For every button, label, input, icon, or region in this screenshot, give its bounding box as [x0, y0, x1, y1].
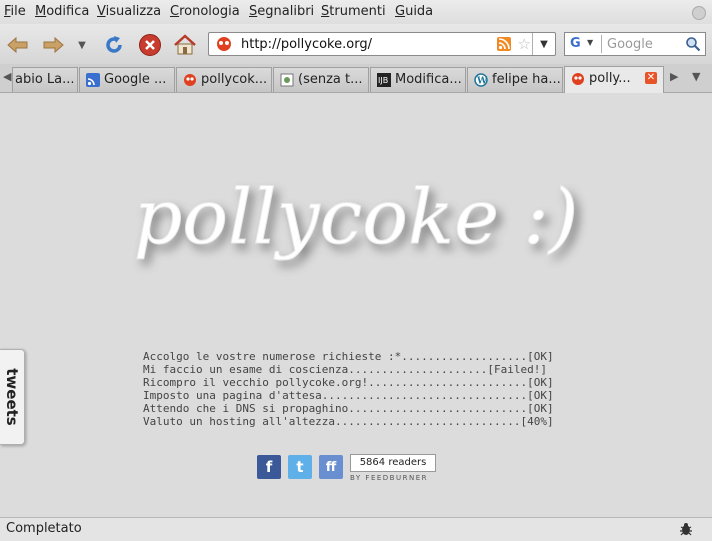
log-line: Mi faccio un esame di coscienza.........… — [143, 363, 547, 376]
reload-icon — [106, 36, 122, 53]
tab-senza-titolo[interactable]: (senza t... — [273, 67, 369, 92]
feedburner-label: BY FEEDBURNER — [350, 474, 428, 482]
menu-cronologia[interactable]: Cronologia — [170, 4, 240, 19]
tab-google-reader[interactable]: Google ... — [79, 67, 175, 92]
log-line: Ricompro il vecchio pollycoke.org!......… — [143, 376, 554, 389]
forward-button[interactable] — [40, 32, 66, 58]
chevron-down-icon: ▼ — [540, 38, 548, 50]
status-bar: Completato — [0, 517, 712, 541]
svg-text:W: W — [476, 77, 488, 87]
tab-scroll-left-icon[interactable]: ◀ — [3, 70, 11, 83]
rss-icon[interactable] — [497, 37, 511, 51]
tweets-tab[interactable]: tweets — [0, 349, 25, 445]
url-dropdown-button[interactable]: ▼ — [532, 33, 555, 55]
back-button[interactable] — [5, 32, 31, 58]
back-arrow-icon — [7, 36, 28, 54]
log-line: Valuto un hosting all'altezza...........… — [143, 415, 554, 428]
tab-label: Google ... — [104, 72, 167, 87]
tab-pollycoke-active[interactable]: polly... ✕ — [564, 66, 664, 93]
tab-list-dropdown-icon[interactable]: ▼ — [692, 70, 700, 83]
url-text[interactable]: http://pollycoke.org/ — [241, 37, 372, 52]
tab-scroll-right-icon[interactable]: ▶ — [670, 70, 678, 83]
search-icon[interactable] — [685, 36, 701, 52]
menu-guida[interactable]: Guida — [395, 4, 433, 19]
menu-visualizza[interactable]: Visualizza — [97, 4, 161, 19]
pollycoke-logo[interactable]: pollycoke :) pollycoke :) — [0, 165, 712, 285]
search-engine-selector[interactable]: G ▼ — [567, 35, 602, 53]
menu-modifica[interactable]: Modifica — [35, 4, 89, 19]
ijb-icon: IJB — [377, 73, 391, 87]
svg-text:IJB: IJB — [378, 76, 388, 85]
twitter-icon[interactable]: t — [288, 455, 312, 479]
chevron-down-icon: ▼ — [78, 39, 86, 51]
address-bar[interactable]: http://pollycoke.org/ ☆ ▼ — [208, 32, 556, 56]
log-line: Imposto una pagina d'attesa.............… — [143, 389, 554, 402]
friendfeed-icon[interactable]: ff — [319, 455, 343, 479]
tab-label: felipe ha... — [492, 72, 561, 87]
stop-button[interactable] — [137, 32, 163, 58]
log-line: Accolgo le vostre numerose richieste :*.… — [143, 350, 554, 363]
menu-segnalibri[interactable]: Segnalibri — [249, 4, 314, 19]
log-line: Attendo che i DNS si propaghino.........… — [143, 402, 554, 415]
tab-bar: ◀ abio La... Google ... pollycok... (sen… — [0, 64, 712, 93]
google-icon: G — [570, 36, 581, 51]
status-log: Accolgo le vostre numerose richieste :*.… — [143, 350, 554, 428]
bug-icon[interactable] — [678, 521, 694, 537]
throbber-icon — [692, 6, 706, 20]
feedburner-badge[interactable]: 5864 readers BY FEEDBURNER — [350, 454, 436, 482]
menu-strumenti[interactable]: Strumenti — [321, 4, 386, 19]
feed-count: 5864 readers — [350, 454, 436, 472]
search-input[interactable]: Google — [607, 37, 653, 52]
tab-label: abio La... — [15, 72, 75, 87]
generic-page-icon — [280, 73, 294, 87]
chevron-down-icon: ▼ — [587, 38, 594, 47]
tab-felipe[interactable]: W felipe ha... — [467, 67, 563, 92]
tab-label: polly... — [589, 71, 631, 86]
home-button[interactable] — [172, 32, 198, 58]
pollycoke-icon — [184, 74, 196, 86]
bookmark-star-icon[interactable]: ☆ — [518, 35, 531, 53]
tab-label: (senza t... — [298, 72, 363, 87]
menu-bar: File Modifica Visualizza Cronologia Segn… — [0, 0, 712, 24]
navigation-toolbar: ▼ http://pollycoke.org/ ☆ ▼ G ▼ Google — [0, 24, 712, 65]
status-text: Completato — [6, 521, 82, 536]
facebook-icon[interactable]: f — [257, 455, 281, 479]
menu-file[interactable]: File — [4, 4, 26, 19]
logo-text: pollycoke :) — [134, 172, 579, 261]
history-dropdown-button[interactable]: ▼ — [72, 32, 92, 58]
reload-button[interactable] — [101, 32, 127, 58]
pollycoke-icon — [572, 73, 584, 85]
wordpress-icon: W — [474, 73, 488, 87]
tab-fabio[interactable]: abio La... — [12, 67, 78, 92]
home-icon — [174, 34, 196, 55]
tab-modifica[interactable]: IJB Modifica... — [370, 67, 466, 92]
stop-icon — [139, 34, 161, 56]
close-tab-icon[interactable]: ✕ — [645, 72, 657, 84]
tab-pollycoke[interactable]: pollycok... — [176, 67, 272, 92]
forward-arrow-icon — [43, 36, 64, 54]
pollycoke-favicon — [217, 37, 231, 51]
rss-icon — [86, 73, 100, 87]
tab-label: Modifica... — [395, 72, 462, 87]
page-content: pollycoke :) pollycoke :) Accolgo le vos… — [0, 93, 712, 517]
tweets-label: tweets — [3, 368, 21, 426]
search-box[interactable]: G ▼ Google — [564, 32, 706, 56]
tab-label: pollycok... — [201, 72, 268, 87]
